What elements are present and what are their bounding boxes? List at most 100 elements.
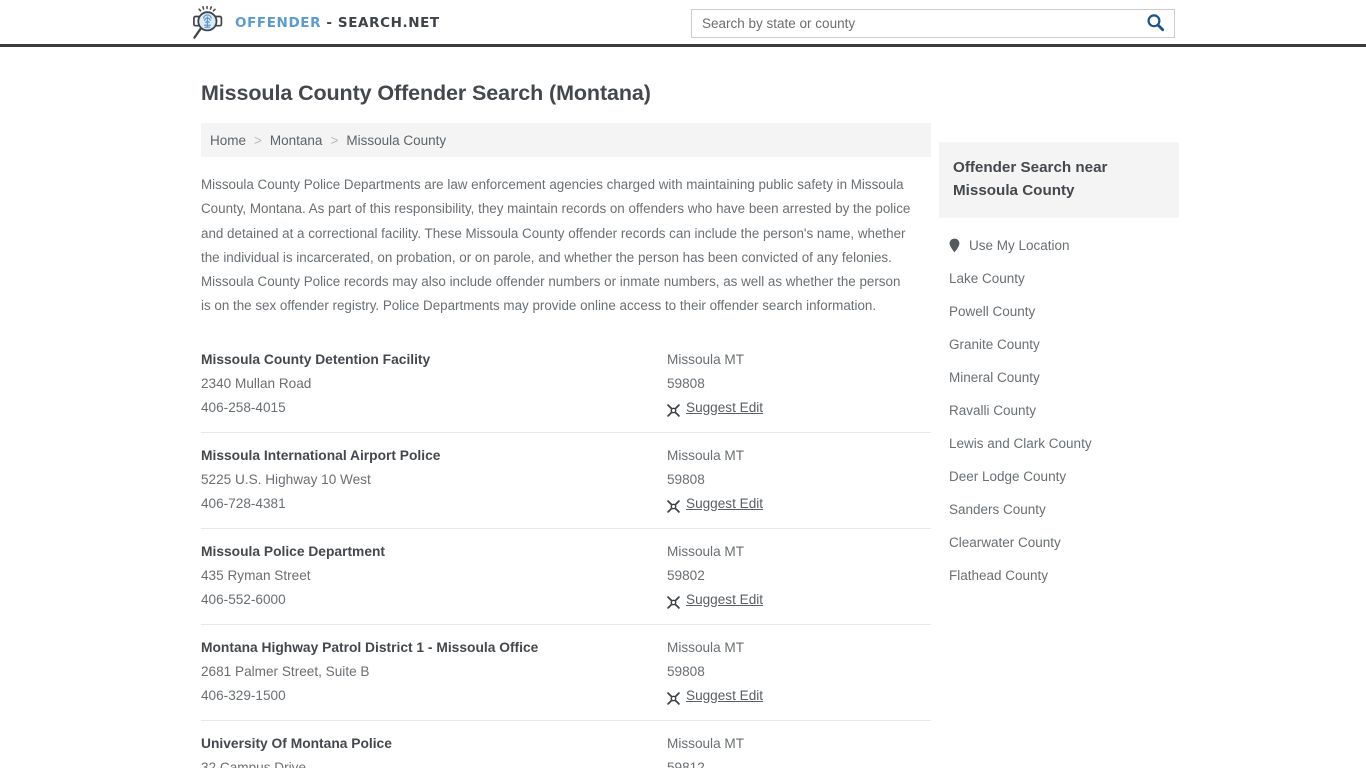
listing-address: 435 Ryman Street [201,567,311,583]
sidebar-item-powell-county[interactable]: Powell County [939,295,1179,328]
site-logo-link[interactable]: OFFENDER - SEARCH.NET [190,5,440,40]
listing-name: Missoula County Detention Facility [201,351,431,367]
suggest-edit-row[interactable]: Suggest Edit [667,492,931,516]
table-row: Montana Highway Patrol District 1 - Miss… [201,625,931,721]
listing-city-state: Missoula MT [667,735,745,751]
suggest-edit-row[interactable]: Suggest Edit [667,588,931,612]
listing-city-state: Missoula MT [667,447,745,463]
edit-suggest-icon [667,401,680,418]
listing-location: Missoula MT 59808 Suggest Edit [667,348,931,420]
listing-city-state: Missoula MT [667,639,745,655]
magnifier-fingerprint-logo-icon [190,5,226,40]
listing-details: Missoula International Airport Police 52… [201,444,667,516]
sidebar-header-box: Offender Search near Missoula County [939,142,1179,218]
sidebar-item-label[interactable]: Ravalli County [949,403,1036,418]
sidebar-item-clearwater-county[interactable]: Clearwater County [939,526,1179,559]
sidebar-item-label[interactable]: Sanders County [949,502,1046,517]
sidebar-item-sanders-county[interactable]: Sanders County [939,493,1179,526]
search-submit-button[interactable] [1136,10,1174,37]
listing-details: University Of Montana Police 32 Campus D… [201,732,667,768]
listing-address: 32 Campus Drive [201,759,307,768]
listing-zip: 59808 [667,471,705,487]
listing-zip: 59812 [667,759,705,768]
sidebar-heading: Offender Search near Missoula County [953,159,1108,199]
listing-city-state: Missoula MT [667,351,745,367]
listing-location: Missoula MT 59808 Suggest Edit [667,636,931,708]
breadcrumb-item-home[interactable]: Home [210,133,246,148]
site-header: OFFENDER - SEARCH.NET [0,0,1366,47]
listing-name: Missoula Police Department [201,543,386,559]
listing-phone: 406-258-4015 [201,399,286,415]
listing-details: Missoula Police Department 435 Ryman Str… [201,540,667,612]
breadcrumb-separator-icon: > [254,132,262,148]
suggest-edit-row[interactable]: Suggest Edit [667,396,931,420]
listing-phone: 406-728-4381 [201,495,286,511]
sidebar-item-label[interactable]: Deer Lodge County [949,469,1066,484]
site-logo-wordmark: OFFENDER - SEARCH.NET [235,15,440,31]
sidebar-item-label[interactable]: Granite County [949,337,1040,352]
suggest-edit-link[interactable]: Suggest Edit [686,588,763,612]
logo-word-secondary: SEARCH.NET [337,15,440,31]
listing-address: 2681 Palmer Street, Suite B [201,663,370,679]
listing-zip: 59808 [667,375,705,391]
suggest-edit-link[interactable]: Suggest Edit [686,684,763,708]
breadcrumb: Home > Montana > Missoula County [201,123,931,157]
sidebar-item-label[interactable]: Lake County [949,271,1025,286]
search-bar[interactable] [691,9,1175,38]
sidebar-item-lewis-and-clark-county[interactable]: Lewis and Clark County [939,427,1179,460]
sidebar-item-granite-county[interactable]: Granite County [939,328,1179,361]
table-row: Missoula International Airport Police 52… [201,433,931,529]
sidebar-item-mineral-county[interactable]: Mineral County [939,361,1179,394]
suggest-edit-row[interactable]: Suggest Edit [667,684,931,708]
sidebar-item-label[interactable]: Clearwater County [949,535,1061,550]
sidebar-item-label[interactable]: Mineral County [949,370,1040,385]
listing-zip: 59808 [667,663,705,679]
sidebar-item-label[interactable]: Lewis and Clark County [949,436,1092,451]
listing-zip: 59802 [667,567,705,583]
table-row: Missoula County Detention Facility 2340 … [201,337,931,433]
edit-suggest-icon [667,689,680,706]
edit-suggest-icon [667,593,680,610]
listing-name: Missoula International Airport Police [201,447,441,463]
map-pin-icon [949,238,960,253]
listing-name: Montana Highway Patrol District 1 - Miss… [201,639,539,655]
page-title: Missoula County Offender Search (Montana… [201,81,651,105]
sidebar-item-deer-lodge-county[interactable]: Deer Lodge County [939,460,1179,493]
intro-paragraph: Missoula County Police Departments are l… [201,177,911,314]
listing-location: Missoula MT 59812 Suggest Edit [667,732,931,768]
suggest-edit-link[interactable]: Suggest Edit [686,492,763,516]
listing-name: University Of Montana Police [201,735,392,751]
sidebar: Offender Search near Missoula County Use… [939,47,1179,592]
listing-city-state: Missoula MT [667,543,745,559]
table-row: University Of Montana Police 32 Campus D… [201,721,931,768]
logo-word-primary: OFFENDER [235,15,322,31]
search-input[interactable] [692,10,1136,37]
sidebar-item-use-my-location[interactable]: Use My Location [939,229,1179,262]
sidebar-item-label[interactable]: Flathead County [949,568,1048,583]
content-wrapper: Missoula County Offender Search (Montana… [193,47,1179,768]
listing-address: 2340 Mullan Road [201,375,312,391]
listing-location: Missoula MT 59808 Suggest Edit [667,444,931,516]
suggest-edit-link[interactable]: Suggest Edit [686,396,763,420]
table-row: Missoula Police Department 435 Ryman Str… [201,529,931,625]
use-my-location-label[interactable]: Use My Location [969,238,1070,253]
breadcrumb-item-montana[interactable]: Montana [270,133,323,148]
logo-word-separator: - [321,15,338,31]
listing-phone: 406-552-6000 [201,591,286,607]
sidebar-item-ravalli-county[interactable]: Ravalli County [939,394,1179,427]
listings-list: Missoula County Detention Facility 2340 … [201,337,931,768]
sidebar-item-flathead-county[interactable]: Flathead County [939,559,1179,592]
sidebar-item-lake-county[interactable]: Lake County [939,262,1179,295]
search-icon [1146,13,1165,35]
sidebar-nearby-list: Use My Location Lake County Powell Count… [939,229,1179,592]
main-column: Missoula County Offender Search (Montana… [201,47,931,768]
breadcrumb-item-missoula-county: Missoula County [346,132,447,148]
listing-location: Missoula MT 59802 Suggest Edit [667,540,931,612]
page-body: Missoula County Offender Search (Montana… [0,47,1366,768]
breadcrumb-separator-icon: > [330,132,339,148]
listing-details: Montana Highway Patrol District 1 - Miss… [201,636,667,708]
listing-phone: 406-329-1500 [201,687,286,703]
edit-suggest-icon [667,497,680,514]
listing-address: 5225 U.S. Highway 10 West [201,471,371,487]
sidebar-item-label[interactable]: Powell County [949,304,1035,319]
